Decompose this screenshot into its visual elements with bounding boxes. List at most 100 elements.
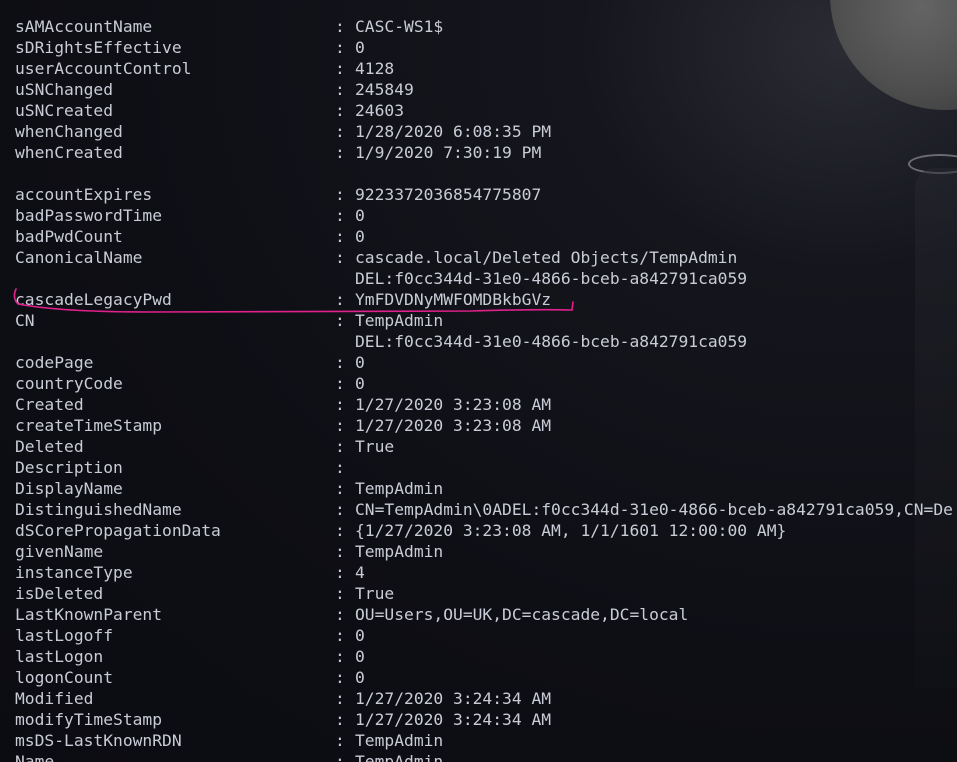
property-row: badPasswordTime:0 [15,205,953,226]
property-continuation-line: DEL:f0cc344d-31e0-4866-bceb-a842791ca059 [15,331,953,352]
property-separator: : [335,752,345,762]
property-name: Description [15,458,123,477]
property-value: cascade.local/Deleted Objects/TempAdmin [355,248,738,267]
property-value: 0 [355,647,365,666]
property-name: CanonicalName [15,248,143,267]
property-name: badPasswordTime [15,206,163,225]
property-value: OU=Users,OU=UK,DC=cascade,DC=local [355,605,689,624]
property-name: logonCount [15,668,114,687]
property-value: 245849 [355,80,414,99]
property-row: sAMAccountName: CASC-WS1$ [15,16,953,37]
property-value: 0 [355,374,365,393]
property-row: msDS-LastKnownRDN: TempAdmin [15,730,953,751]
property-name: Modified [15,689,94,708]
property-name: createTimeStamp [15,416,163,435]
property-name: cascadeLegacyPwd [15,290,172,309]
property-name: badPwdCount [15,227,123,246]
property-row: sDRightsEffective:0 [15,37,953,58]
property-value: DEL:f0cc344d-31e0-4866-bceb-a842791ca059 [355,332,748,351]
property-value: 1/9/2020 7:30:19 PM [355,143,542,162]
property-value: TempAdmin [355,731,444,750]
property-separator: : [335,311,345,330]
property-value: 1/27/2020 3:24:34 AM [355,710,552,729]
property-separator: : [335,584,345,603]
property-name: uSNChanged [15,80,114,99]
property-row: givenName: TempAdmin [15,541,953,562]
property-row: LastKnownParent: OU=Users,OU=UK,DC=cascad… [15,604,953,625]
property-separator: : [335,206,345,225]
property-name: lastLogon [15,647,104,666]
property-row: Description: [15,457,953,478]
property-separator: : [335,437,345,456]
property-value: CASC-WS1$ [355,17,444,36]
property-name: sDRightsEffective [15,38,182,57]
property-row: dSCorePropagationData: {1/27/2020 3:23:08… [15,520,953,541]
property-separator: : [335,731,345,750]
property-separator: : [335,227,345,246]
property-name: sAMAccountName [15,17,153,36]
property-row: createTimeStamp:1/27/2020 3:23:08 AM [15,415,953,436]
terminal-window[interactable]: sAMAccountName: CASC-WS1$ sDRightsEffectiv… [0,0,957,762]
property-row: Deleted: True [15,436,953,457]
property-separator: : [335,80,345,99]
property-name: userAccountControl [15,59,192,78]
property-name: whenChanged [15,122,123,141]
property-value: 1/27/2020 3:23:08 AM [355,395,552,414]
property-value: 0 [355,668,365,687]
property-value: TempAdmin [355,542,444,561]
property-row: modifyTimeStamp:1/27/2020 3:24:34 AM [15,709,953,730]
property-separator: : [335,143,345,162]
property-row: whenCreated:1/9/2020 7:30:19 PM [15,142,953,163]
property-name: msDS-LastKnownRDN [15,731,182,750]
property-value: 1/27/2020 3:24:34 AM [355,689,552,708]
property-separator: : [335,59,345,78]
property-separator: : [335,647,345,666]
property-name: DisplayName [15,479,123,498]
property-value: 4 [355,563,365,582]
property-separator: : [335,563,345,582]
property-row: logonCount:0 [15,667,953,688]
property-value: TempAdmin [355,311,444,330]
property-row: isDeleted: True [15,583,953,604]
property-name: instanceType [15,563,133,582]
property-row: cascadeLegacyPwd: YmFDVDNyMWFOMDBkbGVz [15,289,953,310]
property-name: LastKnownParent [15,605,163,624]
property-name: Created [15,395,84,414]
property-separator: : [335,290,345,309]
property-separator: : [335,122,345,141]
property-name: accountExpires [15,185,153,204]
property-separator: : [335,248,345,267]
property-name: CN [15,311,35,330]
property-value: True [355,437,395,456]
property-row: badPwdCount:0 [15,226,953,247]
property-name: givenName [15,542,104,561]
property-separator: : [335,710,345,729]
property-row: Name: TempAdmin [15,751,953,762]
property-separator: : [335,626,345,645]
property-row: codePage:0 [15,352,953,373]
property-continuation-line: DEL:f0cc344d-31e0-4866-bceb-a842791ca059 [15,268,953,289]
property-row: DistinguishedName: CN=TempAdmin\0ADEL:f0c… [15,499,953,520]
property-separator: : [335,17,345,36]
property-row: lastLogon:0 [15,646,953,667]
property-row: lastLogoff:0 [15,625,953,646]
property-name: lastLogoff [15,626,114,645]
property-row: uSNChanged:245849 [15,79,953,100]
property-separator: : [335,605,345,624]
property-name: Name [15,752,55,762]
property-row: CN: TempAdmin [15,310,953,331]
property-value: 0 [355,353,365,372]
property-row: countryCode:0 [15,373,953,394]
property-row: DisplayName: TempAdmin [15,478,953,499]
property-value: 0 [355,38,365,57]
property-separator: : [335,101,345,120]
property-value: 1/28/2020 6:08:35 PM [355,122,552,141]
property-value: 0 [355,206,365,225]
property-row: whenChanged:1/28/2020 6:08:35 PM [15,121,953,142]
terminal-output: sAMAccountName: CASC-WS1$ sDRightsEffectiv… [15,16,953,762]
property-value: TempAdmin [355,752,444,762]
property-separator: : [335,500,345,519]
property-name: DistinguishedName [15,500,182,519]
property-separator: : [335,374,345,393]
property-separator: : [335,38,345,57]
